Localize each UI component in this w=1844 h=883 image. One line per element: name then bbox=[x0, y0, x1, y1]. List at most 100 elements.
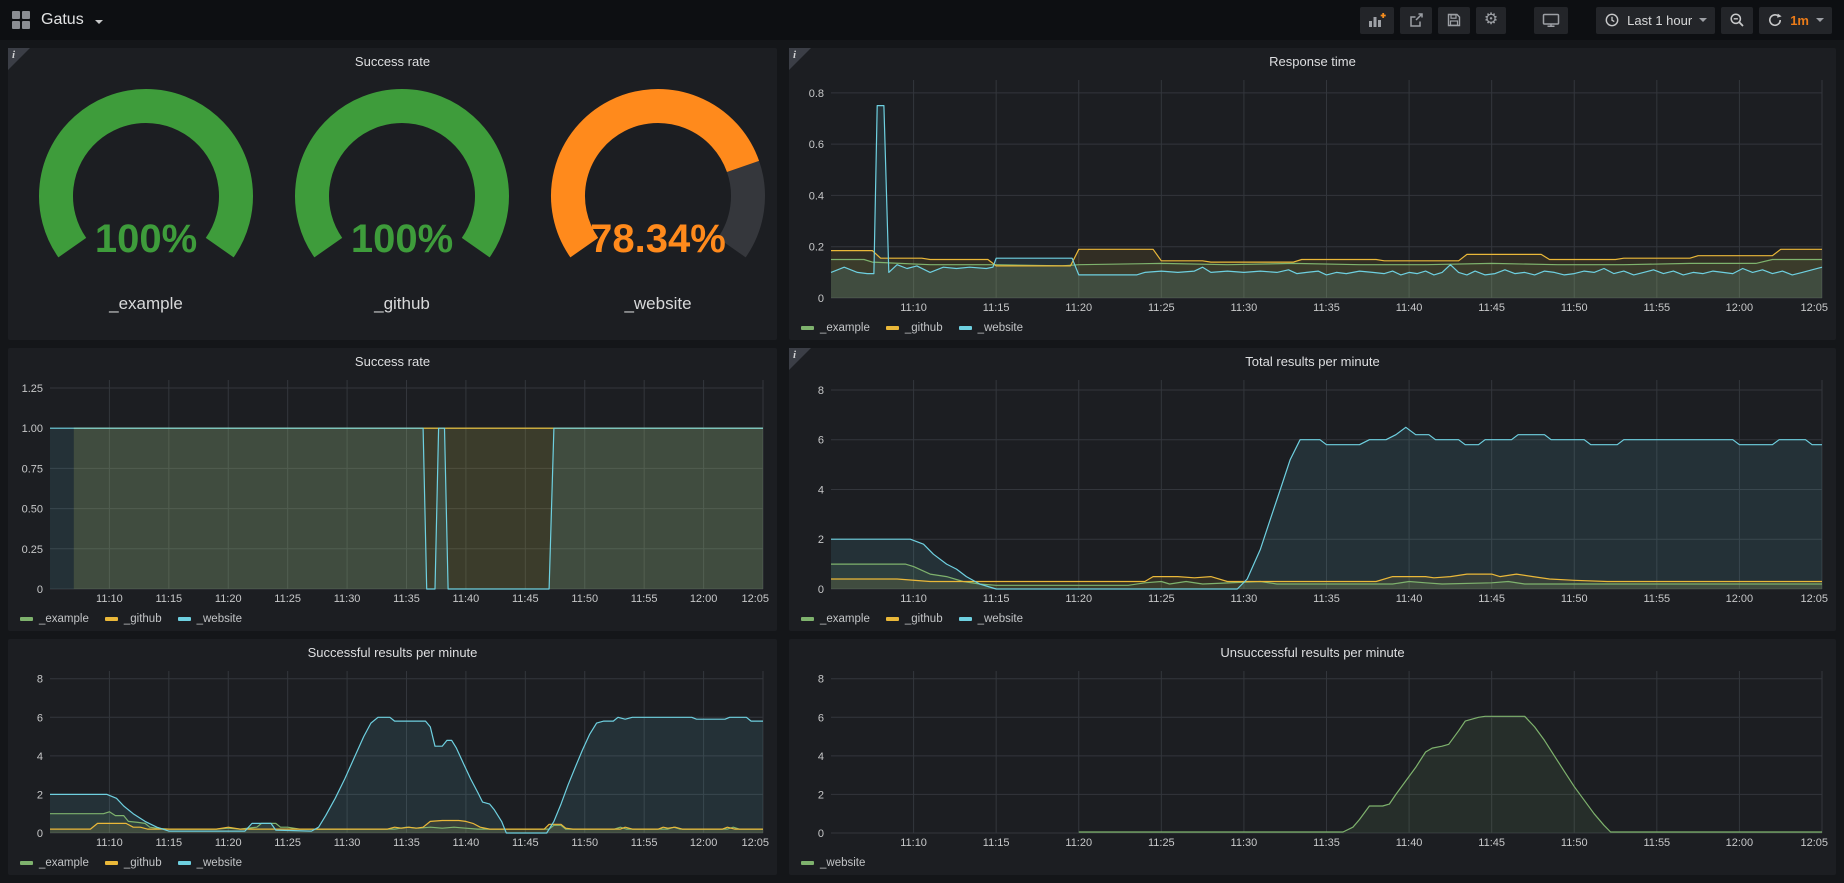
share-button[interactable] bbox=[1400, 7, 1432, 34]
chart-canvas[interactable]: 11:1011:1511:2011:2511:3011:3511:4011:45… bbox=[795, 665, 1830, 849]
legend-swatch-icon bbox=[886, 617, 899, 621]
cycle-view-button[interactable] bbox=[1534, 7, 1568, 34]
dashboard-grid: i Success rate 100% _example 100% _githu… bbox=[0, 40, 1844, 883]
svg-text:11:15: 11:15 bbox=[983, 837, 1010, 849]
svg-text:6: 6 bbox=[818, 435, 824, 447]
info-icon: i bbox=[12, 49, 15, 61]
svg-text:0.8: 0.8 bbox=[809, 88, 824, 100]
dashboard-title-dropdown[interactable]: Gatus bbox=[12, 11, 103, 29]
gear-icon: ⚙ bbox=[1484, 12, 1498, 28]
caret-down-icon bbox=[1816, 18, 1824, 22]
panel-title[interactable]: Success rate bbox=[8, 348, 777, 374]
svg-text:0: 0 bbox=[818, 293, 824, 305]
svg-text:11:10: 11:10 bbox=[96, 837, 123, 849]
svg-text:11:50: 11:50 bbox=[571, 837, 598, 849]
legend-label: _website bbox=[978, 322, 1023, 334]
svg-text:11:15: 11:15 bbox=[983, 302, 1010, 314]
svg-text:12:00: 12:00 bbox=[690, 593, 718, 605]
monitor-icon bbox=[1542, 12, 1560, 28]
svg-text:12:05: 12:05 bbox=[1800, 593, 1828, 605]
svg-text:11:25: 11:25 bbox=[274, 837, 301, 849]
svg-text:6: 6 bbox=[818, 712, 824, 724]
panel-info-corner[interactable]: i bbox=[789, 348, 811, 370]
navbar: Gatus ⚙ bbox=[0, 0, 1844, 40]
time-range-label: Last 1 hour bbox=[1627, 13, 1692, 28]
svg-text:0: 0 bbox=[37, 828, 43, 840]
gauges-row: 100% _example 100% _github 78.34% _websi… bbox=[18, 78, 767, 332]
info-icon: i bbox=[793, 49, 796, 61]
svg-text:11:40: 11:40 bbox=[453, 593, 480, 605]
save-button[interactable] bbox=[1438, 7, 1470, 34]
panel-response-time: i Response time 11:1011:1511:2011:2511:3… bbox=[789, 48, 1836, 340]
refresh-picker[interactable]: 1m bbox=[1759, 7, 1832, 34]
svg-text:0: 0 bbox=[818, 828, 824, 840]
svg-text:12:00: 12:00 bbox=[1726, 302, 1754, 314]
clock-icon bbox=[1604, 12, 1620, 28]
panel-info-corner[interactable]: i bbox=[789, 48, 811, 70]
svg-text:0.75: 0.75 bbox=[22, 463, 43, 475]
svg-text:11:30: 11:30 bbox=[1231, 593, 1258, 605]
chart-canvas[interactable]: 11:1011:1511:2011:2511:3011:3511:4011:45… bbox=[14, 374, 771, 605]
chart-canvas[interactable]: 11:1011:1511:2011:2511:3011:3511:4011:45… bbox=[795, 74, 1830, 314]
legend-item[interactable]: _website bbox=[959, 322, 1023, 334]
svg-text:100%: 100% bbox=[95, 217, 197, 261]
chart-legend: _example _github _website bbox=[20, 857, 242, 869]
svg-text:1.25: 1.25 bbox=[22, 383, 43, 395]
svg-text:11:10: 11:10 bbox=[900, 302, 927, 314]
panel-title[interactable]: Success rate bbox=[8, 48, 777, 74]
legend-item[interactable]: _example bbox=[20, 857, 89, 869]
svg-text:11:55: 11:55 bbox=[1643, 593, 1670, 605]
add-panel-button[interactable] bbox=[1360, 7, 1394, 34]
svg-text:11:10: 11:10 bbox=[900, 593, 927, 605]
dashboard-title[interactable]: Gatus bbox=[41, 11, 84, 29]
legend-item[interactable]: _website bbox=[959, 613, 1023, 625]
legend-item[interactable]: _website bbox=[178, 857, 242, 869]
svg-text:11:45: 11:45 bbox=[512, 837, 539, 849]
settings-button[interactable]: ⚙ bbox=[1476, 7, 1506, 34]
chart-canvas[interactable]: 11:1011:1511:2011:2511:3011:3511:4011:45… bbox=[795, 374, 1830, 605]
caret-down-icon bbox=[1699, 18, 1707, 22]
time-range-picker[interactable]: Last 1 hour bbox=[1596, 7, 1715, 34]
panel-title[interactable]: Total results per minute bbox=[789, 348, 1836, 374]
legend-item[interactable]: _github bbox=[105, 857, 162, 869]
svg-text:4: 4 bbox=[37, 751, 43, 763]
legend-item[interactable]: _github bbox=[886, 322, 943, 334]
panel-title[interactable]: Response time bbox=[789, 48, 1836, 74]
panel-title[interactable]: Unsuccessful results per minute bbox=[789, 639, 1836, 665]
legend-item[interactable]: _example bbox=[20, 613, 89, 625]
svg-text:2: 2 bbox=[818, 534, 824, 546]
zoom-out-icon bbox=[1729, 12, 1745, 28]
svg-text:11:35: 11:35 bbox=[1313, 593, 1340, 605]
svg-text:11:50: 11:50 bbox=[571, 593, 598, 605]
legend-swatch-icon bbox=[178, 617, 191, 621]
svg-text:4: 4 bbox=[818, 484, 824, 496]
svg-text:12:05: 12:05 bbox=[1800, 837, 1828, 849]
svg-text:11:40: 11:40 bbox=[1396, 837, 1423, 849]
panel-total-results: i Total results per minute 11:1011:1511:… bbox=[789, 348, 1836, 631]
zoom-out-button[interactable] bbox=[1721, 7, 1753, 34]
svg-text:2: 2 bbox=[818, 789, 824, 801]
svg-text:11:10: 11:10 bbox=[900, 837, 927, 849]
panel-unsuccessful-results: i Unsuccessful results per minute 11:101… bbox=[789, 639, 1836, 875]
info-icon: i bbox=[793, 349, 796, 361]
bar-chart-plus-icon bbox=[1368, 12, 1386, 28]
legend-label: _example bbox=[39, 857, 89, 869]
gauge-label: _github bbox=[374, 294, 430, 314]
legend-item[interactable]: _example bbox=[801, 613, 870, 625]
panel-info-corner[interactable]: i bbox=[8, 48, 30, 70]
legend-item[interactable]: _github bbox=[105, 613, 162, 625]
legend-item[interactable]: _github bbox=[886, 613, 943, 625]
legend-swatch-icon bbox=[959, 326, 972, 330]
panel-title[interactable]: Successful results per minute bbox=[8, 639, 777, 665]
legend-item[interactable]: _website bbox=[801, 857, 865, 869]
legend-label: _example bbox=[820, 613, 870, 625]
svg-text:11:45: 11:45 bbox=[512, 593, 539, 605]
dashboards-grid-icon[interactable] bbox=[12, 11, 30, 29]
svg-text:4: 4 bbox=[818, 751, 824, 763]
svg-text:8: 8 bbox=[818, 674, 824, 686]
legend-item[interactable]: _example bbox=[801, 322, 870, 334]
svg-text:1.00: 1.00 bbox=[22, 423, 43, 435]
svg-text:0.6: 0.6 bbox=[809, 139, 824, 151]
chart-canvas[interactable]: 11:1011:1511:2011:2511:3011:3511:4011:45… bbox=[14, 665, 771, 849]
legend-item[interactable]: _website bbox=[178, 613, 242, 625]
